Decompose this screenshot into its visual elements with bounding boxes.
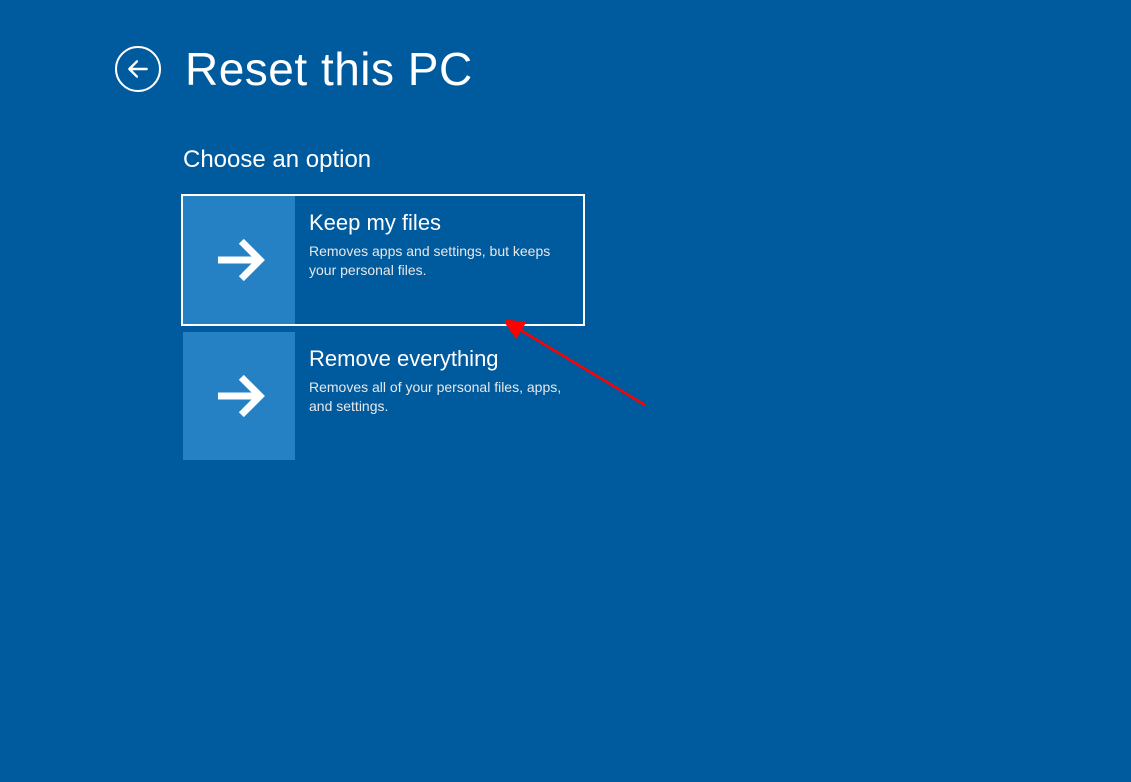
options-container: Keep my files Removes apps and settings,… <box>183 196 1131 460</box>
option-icon-tile <box>183 196 295 324</box>
option-text-container: Remove everything Removes all of your pe… <box>295 332 583 460</box>
option-icon-tile <box>183 332 295 460</box>
option-keep-my-files[interactable]: Keep my files Removes apps and settings,… <box>183 196 583 324</box>
header: Reset this PC <box>0 0 1131 96</box>
option-text-container: Keep my files Removes apps and settings,… <box>295 196 583 324</box>
option-description: Removes all of your personal files, apps… <box>309 378 565 416</box>
arrow-right-icon <box>211 232 267 288</box>
page-title: Reset this PC <box>185 42 473 96</box>
back-arrow-icon <box>125 56 151 82</box>
option-title: Keep my files <box>309 210 565 236</box>
back-button[interactable] <box>115 46 161 92</box>
option-description: Removes apps and settings, but keeps you… <box>309 242 565 280</box>
page-subtitle: Choose an option <box>183 146 1131 174</box>
option-title: Remove everything <box>309 346 565 372</box>
option-remove-everything[interactable]: Remove everything Removes all of your pe… <box>183 332 583 460</box>
arrow-right-icon <box>211 368 267 424</box>
